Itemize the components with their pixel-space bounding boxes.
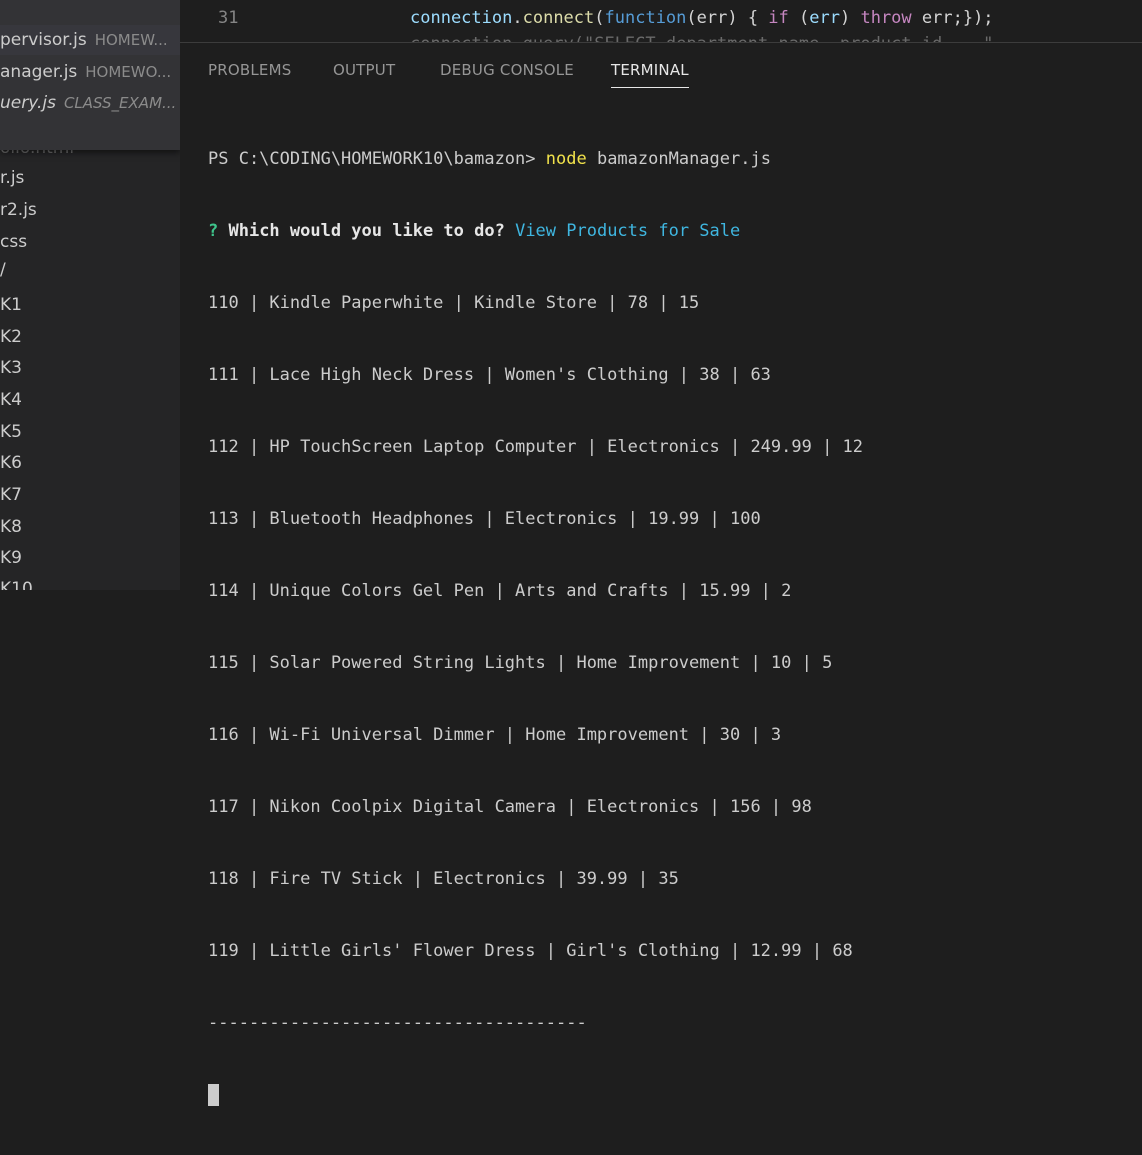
question-mark-icon: ? [208,221,219,241]
terminal-row: 111 | Lace High Neck Dress | Women's Clo… [208,365,771,385]
terminal-row: 116 | Wi-Fi Universal Dimmer | Home Impr… [208,725,782,745]
terminal-answer: View Products for Sale [515,221,741,241]
folder-tree-item[interactable]: K9 [0,543,22,573]
terminal-separator: ------------------------------------- [208,1013,587,1033]
open-editor-filename: uery.js [0,93,56,113]
terminal-question: Which would you like to do? [218,221,505,241]
terminal-row: 118 | Fire TV Stick | Electronics | 39.9… [208,869,679,889]
terminal-row: 115 | Solar Powered String Lights | Home… [208,653,833,673]
terminal-prompt-line: PS C:\CODING\HOMEWORK10\bamazon> node ba… [208,147,863,171]
terminal-row: 119 | Little Girls' Flower Dress | Girl'… [208,941,853,961]
code-line[interactable]: connection.connect(function(err) { if (e… [410,8,994,28]
open-editor-filename: anager.js [0,62,78,82]
folder-tree-item[interactable]: K10 [0,574,33,590]
terminal-command: node [545,149,587,169]
tab-debug-console[interactable]: DEBUG CONSOLE [440,61,574,87]
file-tree-item[interactable]: / [0,255,6,285]
code-token: connect [522,8,595,28]
code-token: function [604,8,687,28]
open-editor-filename: pervisor.js [0,30,87,50]
folder-tree-item[interactable]: K7 [0,480,22,510]
code-token: (err) { [686,8,769,28]
terminal-cursor-line [208,1083,863,1107]
open-editor-item-manager[interactable]: anager.js HOMEWO... [0,57,180,87]
code-token: throw [860,8,912,28]
tab-problems[interactable]: PROBLEMS [208,61,291,87]
explorer-sidebar: pervisor.js HOMEW... anager.js HOMEWO... u… [0,0,180,590]
code-token: ( [594,8,605,28]
terminal-row: 112 | HP TouchScreen Laptop Computer | E… [208,437,864,457]
terminal-question-line: ? Which would you like to do? View Produ… [208,219,863,243]
line-number: 31 [218,8,239,28]
open-editor-item-query[interactable]: uery.js CLASS_EXAM... [0,88,180,118]
open-editor-path: CLASS_EXAM... [63,94,177,112]
open-editor-item-supervisor[interactable]: pervisor.js HOMEW... [0,25,180,55]
terminal-row: 117 | Nikon Coolpix Digital Camera | Ele… [208,797,812,817]
code-token: . [512,8,523,28]
folder-tree-item[interactable]: K6 [0,448,22,478]
terminal-command-args: bamazonManager.js [586,149,771,169]
code-token: if [768,8,789,28]
tab-output[interactable]: OUTPUT [333,61,395,87]
terminal-output[interactable]: PS C:\CODING\HOMEWORK10\bamazon> node ba… [208,99,863,1155]
file-tree-item[interactable]: r2.js [0,195,37,225]
code-token: err;}); [911,8,994,28]
open-editor-path: HOMEWO... [85,63,172,81]
folder-tree-item[interactable]: K3 [0,353,22,383]
folder-tree-item[interactable]: K4 [0,385,22,415]
folder-tree-item[interactable]: K5 [0,417,22,447]
folder-tree-item[interactable]: K2 [0,322,22,352]
code-token: connection [410,8,513,28]
bottom-panel: PROBLEMS OUTPUT DEBUG CONSOLE TERMINAL P… [180,42,1142,1106]
file-tree-item[interactable]: r.js [0,163,24,193]
code-token: err [809,8,840,28]
open-editors-list: pervisor.js HOMEW... anager.js HOMEWO... u… [0,0,180,150]
code-token: ) [839,8,861,28]
tab-terminal[interactable]: TERMINAL [611,61,689,88]
code-editor[interactable]: 31 connection.connect(function(err) { if… [180,0,1142,42]
terminal-row: 113 | Bluetooth Headphones | Electronics… [208,509,761,529]
folder-tree-item[interactable]: K1 [0,290,22,320]
open-editor-path: HOMEW... [94,31,168,49]
file-tree-item[interactable]: css [0,227,27,257]
terminal-cursor[interactable] [208,1084,219,1106]
folder-tree-item[interactable]: K8 [0,512,22,542]
code-token: ( [788,8,810,28]
terminal-row: 110 | Kindle Paperwhite | Kindle Store |… [208,293,700,313]
terminal-row: 114 | Unique Colors Gel Pen | Arts and C… [208,581,792,601]
code-line-partial: connection.query("SELECT department_name… [410,34,993,42]
terminal-prompt: PS C:\CODING\HOMEWORK10\bamazon> [208,149,546,169]
